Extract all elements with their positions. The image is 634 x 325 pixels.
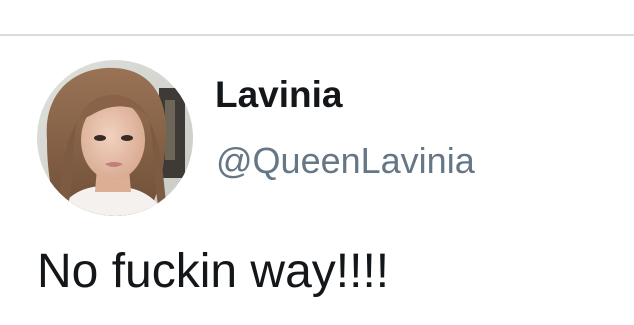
display-name[interactable]: Lavinia xyxy=(215,76,343,113)
avatar-photo xyxy=(37,60,193,216)
user-handle[interactable]: @QueenLavinia xyxy=(216,143,475,179)
tweet-card: Lavinia @QueenLavinia No fuckin way!!!! xyxy=(0,36,634,325)
avatar[interactable] xyxy=(37,60,193,216)
tweet-text: No fuckin way!!!! xyxy=(37,245,390,298)
